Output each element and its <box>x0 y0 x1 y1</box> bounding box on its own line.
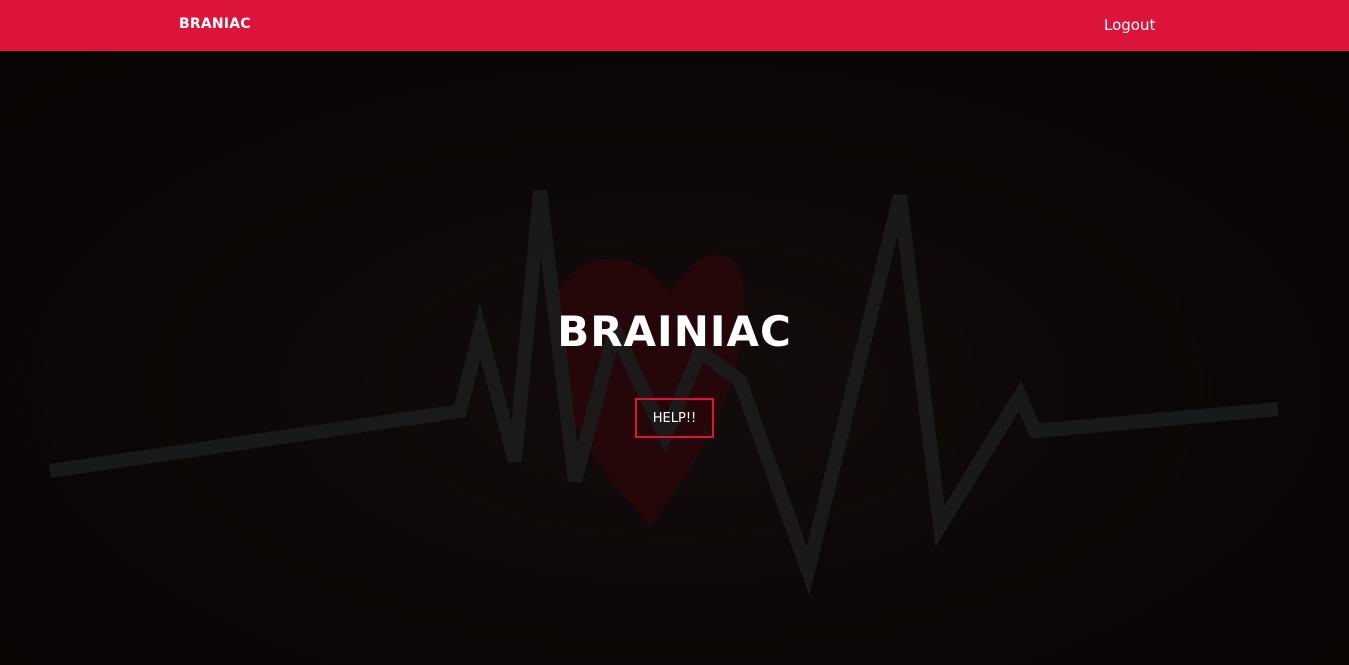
hero-section: BRAINIAC HELP!! <box>0 51 1349 665</box>
hero-title: BRAINIAC <box>557 307 792 356</box>
heartbeat-background-image <box>48 190 1279 596</box>
brand-link[interactable]: BRANIAC <box>179 16 251 32</box>
logout-link[interactable]: Logout <box>1104 16 1155 34</box>
top-navbar: BRANIAC Logout <box>0 0 1349 51</box>
help-button[interactable]: HELP!! <box>635 398 714 438</box>
